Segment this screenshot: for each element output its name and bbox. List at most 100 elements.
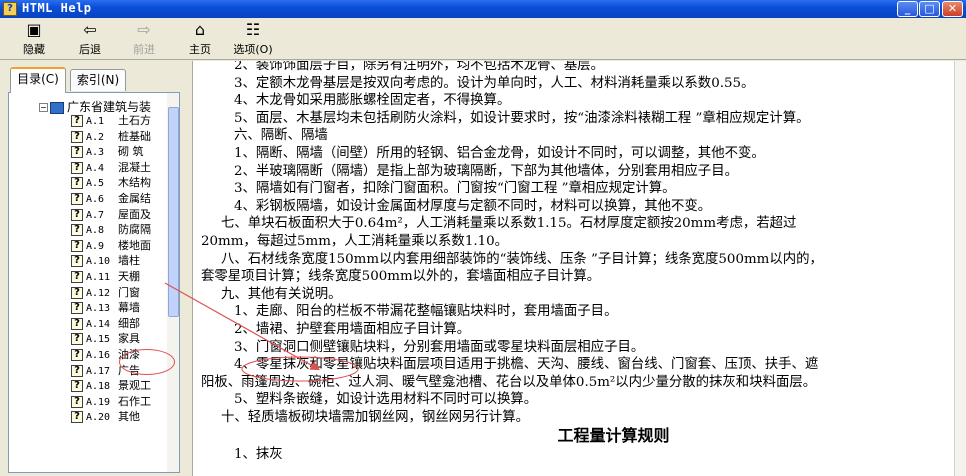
tab-index[interactable]: 索引(N) [70,69,126,91]
tree-item-code: A.4 [86,162,105,174]
tree-item-label: 防腐隔 [118,223,151,237]
tree-item-code: A.12 [86,287,111,299]
tree-item-label: 家具 [118,332,140,346]
help-topic-icon: ? [71,146,83,159]
tree-item-code: A.10 [86,256,111,268]
close-button[interactable]: ✕ [942,1,963,17]
tree-scroll-thumb[interactable] [168,107,179,317]
tree-item-code: A.9 [86,240,105,252]
help-topic-icon: ? [71,317,83,330]
tree-item-label: 石作工 [118,394,151,408]
help-topic-icon: ? [71,192,83,205]
tree-item[interactable]: ? A.20 其他 [71,409,167,425]
content-line: 4、彩钢板隔墙，如设计金属面材厚度与定额不同时，材料可以换算，其他不变。 [234,198,712,214]
tree-item[interactable]: ? A.13 幕墙 [71,300,167,316]
section-title: 工程量计算规则 [557,426,670,446]
back-label: 后退 [79,43,101,56]
tree-item[interactable]: ? A.18 景观工 [71,378,167,394]
tree-item-label: 天棚 [118,269,140,283]
hide-icon: ▣ [26,20,42,39]
tree-item[interactable]: ? A.19 石作工 [71,394,167,410]
help-topic-icon: ? [71,161,83,174]
tree-item[interactable]: ? A.4 混凝土 [71,160,167,176]
tree-item-label: 其他 [118,410,140,424]
annotation-circle-tree [119,349,175,375]
forward-arrow-icon: ⇨ [137,20,151,39]
tree-scrollbar[interactable] [167,93,179,472]
tree-item-label: 细部 [118,316,140,330]
tree-item-code: A.20 [86,412,111,424]
tree-item-code: A.17 [86,365,111,377]
content-line: 1、走廊、阳台的栏板不带漏花整幅镶贴块料时，套用墙面子目。 [234,304,618,320]
tree-item[interactable]: ? A.3 砌 筑 [71,144,167,160]
tree-item-label: 土石方 [118,114,151,127]
minimize-button[interactable]: _ [897,1,918,17]
tree-item[interactable]: ? A.12 门窗 [71,285,167,301]
home-button[interactable]: ⌂ 主页 [180,20,220,58]
book-open-icon [50,101,64,114]
tree-item-code: A.18 [86,381,111,393]
tree-item[interactable]: ? A.6 金属结 [71,191,167,207]
tree-item-code: A.1 [86,116,105,127]
back-button[interactable]: ⇦ 后退 [70,20,110,58]
content-line: 九、其他有关说明。 [221,286,342,302]
topic-scrollbar[interactable] [954,61,966,476]
window-title: HTML Help [22,1,92,15]
forward-label: 前进 [133,43,155,56]
content-line: 1、抹灰 [234,447,283,463]
content-line: 3、隔墙如有门窗者，扣除门窗面积。门窗按“门窗工程 ”章相应规定计算。 [234,181,676,197]
content-line: 十、轻质墙板砌块墙需加钢丝网，钢丝网另行计算。 [221,409,529,425]
forward-button[interactable]: ⇨ 前进 [124,20,164,58]
tree-list: ? A.1 土石方? A.2 桩基础? A.3 砌 筑? A.4 混凝土? A.5 木结构? A.6 金… [71,113,167,425]
tree-item-label: 门窗 [118,285,140,299]
help-topic-icon: ? [71,115,83,127]
contents-tree: − 广东省建筑与装 ? A.1 土石方? A.2 桩基础? A.3 砌 筑? A.4 混凝土? A.… [8,92,180,473]
tree-item[interactable]: ? A.7 屋面及 [71,207,167,223]
tree-item[interactable]: ? A.8 防腐隔 [71,222,167,238]
tab-contents[interactable]: 目录(C) [10,67,66,93]
content-line: 4、木龙骨如采用膨胀螺栓固定者，不得换算。 [234,93,511,109]
hide-button[interactable]: ▣ 隐藏 [14,20,54,58]
tree-item-label: 砌 筑 [118,145,144,159]
toolbar: ▣ 隐藏 ⇦ 后退 ⇨ 前进 ⌂ 主页 ☷ 选项(O) [0,18,966,60]
options-label: 选项(O) [233,43,273,56]
content-line: 七、单块石板面积大于0.64m²，人工消耗量乘以系数1.15。石材厚度定额按20… [221,216,797,232]
content-line: 3、门窗洞口侧壁镶贴块料，分别套用墙面或零星块料面层相应子目。 [234,339,645,355]
tree-item-code: A.14 [86,318,111,330]
content-line: 4、零星抹灰和零星镶贴块料面层项目适用于挑檐、天沟、腰线、窗台线、门窗套、压顶、… [234,357,819,373]
tree-root-label: 广东省建筑与装 [67,100,152,114]
tree-item-code: A.3 [86,147,105,159]
tree-item-label: 景观工 [118,379,151,393]
tree-item[interactable]: ? A.9 楼地面 [71,238,167,254]
tree-item[interactable]: ? A.15 家具 [71,331,167,347]
help-topic-icon: ? [71,286,83,299]
topic-pane: 2、装饰饰面层子目，除另有注明外，均不包括木龙骨、基层。 3、定额木龙骨基层是按双… [192,61,966,476]
options-icon: ☷ [245,20,261,39]
tree-item-code: A.8 [86,225,105,237]
hide-label: 隐藏 [23,43,45,56]
tree-item-label: 屋面及 [118,207,151,221]
tree-item-code: A.16 [86,349,111,361]
tree-item[interactable]: ? A.10 墙柱 [71,253,167,269]
help-topic-icon: ? [71,130,83,143]
tree-item[interactable]: ? A.1 土石方 [71,113,167,129]
tree-item-code: A.19 [86,396,111,408]
home-icon: ⌂ [194,20,206,39]
help-topic-icon: ? [71,208,83,221]
tree-item[interactable]: ? A.5 木结构 [71,175,167,191]
tree-item-code: A.7 [86,209,105,221]
help-topic-icon: ? [71,177,83,190]
tree-item[interactable]: ? A.14 细部 [71,316,167,332]
home-label: 主页 [189,43,211,56]
tree-item-code: A.15 [86,334,111,346]
collapse-icon[interactable]: − [39,103,48,112]
options-button[interactable]: ☷ 选项(O) [228,20,278,58]
help-topic-icon: ? [71,270,83,283]
tree-item-label: 楼地面 [118,238,151,252]
maximize-button[interactable]: □ [919,1,940,17]
content-line: 八、石材线条宽度150mm以内套用细部装饰的“装饰线、压条 ”子目计算；线条宽度… [221,251,823,267]
tree-item[interactable]: ? A.2 桩基础 [71,129,167,145]
tree-item-label: 墙柱 [118,254,140,268]
tree-item[interactable]: ? A.11 天棚 [71,269,167,285]
content-line: 20mm，每超过5mm，人工消耗量乘以系数1.10。 [201,233,509,249]
